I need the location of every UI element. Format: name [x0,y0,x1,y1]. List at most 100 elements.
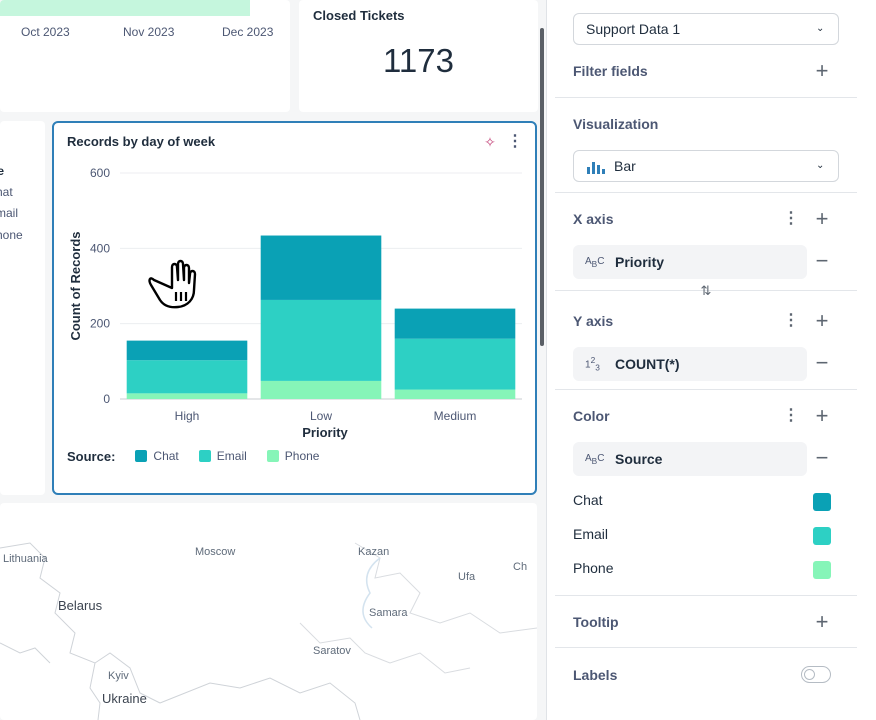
bar-segment-chat [394,308,516,339]
x-tick-label: Medium [434,409,477,423]
timeline-card[interactable]: Oct 2023 Nov 2023 Dec 2023 [0,0,290,112]
dataset-select[interactable]: Support Data 1 ⌄ [573,13,839,45]
closed-tickets-title: Closed Tickets [313,8,405,23]
bar-chart-icon [587,162,605,174]
legend-swatch [135,450,148,462]
closed-tickets-card[interactable]: Closed Tickets 1173 [299,0,538,112]
labels-toggle[interactable] [801,666,831,683]
x-tick-label: High [175,409,200,423]
divider [555,192,857,193]
source-card[interactable]: rce hat mail hone [0,121,45,495]
x-axis-title: X axis [573,211,614,227]
x-axis-field-pill[interactable]: ABC Priority [573,245,807,279]
number-type-icon: 123 [585,355,600,373]
grab-hand-cursor-icon [148,259,197,309]
source-item: mail [0,206,19,220]
color-swatch-email[interactable] [813,527,831,545]
map-label: Ch [513,561,528,573]
toggle-knob [804,668,815,680]
canvas-scrollbar[interactable] [540,28,544,346]
x-axis-field-label: Priority [615,254,665,270]
legend-item-email[interactable]: Email [198,449,247,463]
divider [555,595,857,596]
bar-segment-email [394,338,516,390]
y-axis-kebab-icon[interactable]: ⋮ [783,312,799,330]
color-field-label: Source [615,451,663,467]
visualization-title: Visualization [573,116,659,132]
color-row-chat: Chat [573,492,833,512]
bar-segment-chat [126,340,248,361]
y-axis-field-pill[interactable]: 123 COUNT(*) [573,347,807,381]
remove-color-field-minus-icon[interactable]: − [813,447,831,469]
y-axis-field-label: COUNT(*) [615,356,680,372]
x-axis-kebab-icon[interactable]: ⋮ [783,210,799,228]
bar-segment-phone [260,380,382,399]
chevron-down-icon: ⌄ [816,23,825,34]
color-row-label: Chat [573,492,603,508]
y-axis-label: Count of Records [68,231,83,340]
color-plus-icon[interactable]: + [813,405,831,427]
color-field-pill[interactable]: ABC Source [573,442,807,476]
y-axis-title: Y axis [573,313,614,329]
viz-type-value: Bar [614,158,636,174]
timeline-bar [0,0,250,16]
y-tick-label: 600 [90,166,110,180]
legend-label-chat: Chat [153,449,179,463]
chart-card[interactable]: Records by day of week ✧ ⋮ 0 200 400 600 Cou… [52,121,537,495]
legend-swatch [266,450,279,462]
legend-title: Source: [67,448,116,464]
source-item: hone [0,228,23,242]
add-filter-plus-icon[interactable]: + [813,60,831,82]
viz-settings-sidebar: Support Data 1 ⌄ Filter fields + Visuali… [546,0,876,720]
source-item: hat [0,185,13,199]
closed-tickets-value: 1173 [383,42,454,79]
timeline-tick: Oct 2023 [21,25,70,39]
legend-label-email: Email [216,449,247,463]
map-label: Saratov [313,645,351,657]
map-label: Belarus [58,598,103,613]
legend-item-phone[interactable]: Phone [266,449,320,463]
chart-legend: Source: Chat Email Phone [67,447,339,465]
y-axis-plus-icon[interactable]: + [813,310,831,332]
color-kebab-icon[interactable]: ⋮ [783,407,799,425]
map-card[interactable]: Lithuania Moscow Kazan Ufa Ch Belarus Sa… [0,503,537,720]
map-label: Ufa [458,571,476,583]
color-row-label: Phone [573,560,614,576]
filter-fields-title: Filter fields [573,63,648,79]
map-label: Moscow [195,546,236,558]
color-title: Color [573,408,610,424]
bar-segment-email [126,360,248,394]
dataset-select-value: Support Data 1 [586,21,681,37]
text-type-icon: ABC [585,255,605,269]
bar-segment-phone [394,389,516,399]
color-swatch-phone[interactable] [813,561,831,579]
map-label: Samara [369,607,408,619]
remove-x-field-minus-icon[interactable]: − [813,250,831,272]
map-label: Lithuania [3,553,48,565]
labels-title: Labels [573,667,618,683]
swap-axes-icon[interactable]: ⇅ [697,283,715,299]
y-tick-label: 200 [90,317,110,331]
map-label: Kazan [358,546,390,558]
tooltip-plus-icon[interactable]: + [813,611,831,633]
color-row-phone: Phone [573,560,833,580]
source-card-header: rce [0,164,5,178]
legend-item-chat[interactable]: Chat [135,449,179,463]
legend-swatch [198,450,211,462]
tooltip-title: Tooltip [573,614,619,630]
viz-type-select[interactable]: Bar ⌄ [573,150,839,182]
divider [555,97,857,98]
map-label: Kyiv [108,670,129,682]
x-axis-plus-icon[interactable]: + [813,208,831,230]
remove-y-field-minus-icon[interactable]: − [813,352,831,374]
color-row-email: Email [573,526,833,546]
x-tick-label: Low [310,409,332,423]
text-type-icon: ABC [585,452,605,466]
chevron-down-icon: ⌄ [816,160,825,171]
divider [555,389,857,390]
timeline-tick: Dec 2023 [222,25,274,39]
x-axis-label: Priority [302,425,348,440]
legend-label-phone: Phone [284,449,320,463]
bar-segment-phone [126,393,248,399]
color-swatch-chat[interactable] [813,493,831,511]
